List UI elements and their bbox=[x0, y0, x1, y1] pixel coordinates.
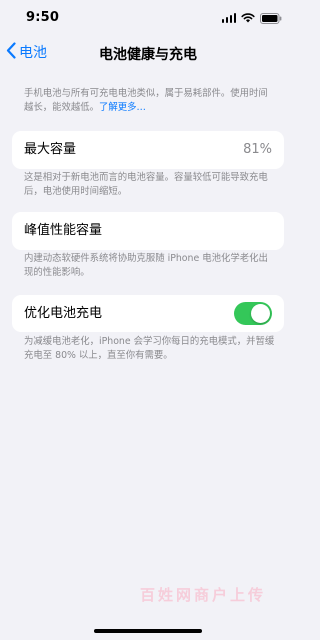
learn-more-link[interactable]: 了解更多… bbox=[99, 102, 146, 113]
peak-performance-row: 峰值性能容量 bbox=[12, 212, 284, 250]
max-capacity-row: 最大容量 81% bbox=[12, 131, 284, 169]
max-capacity-label: 最大容量 bbox=[24, 142, 77, 157]
peak-performance-label: 峰值性能容量 bbox=[24, 223, 103, 238]
optimized-charging-row: 优化电池充电 bbox=[12, 295, 284, 332]
intro-note: 手机电池与所有可充电电池类似，属于易耗部件。使用时间越长，能效越低。了解更多… bbox=[24, 87, 276, 115]
toggle-knob bbox=[251, 304, 270, 323]
optimized-charging-toggle[interactable] bbox=[234, 302, 272, 325]
navigation-bar: 电池 电池健康与充电 bbox=[0, 36, 296, 68]
status-time: 9:50 bbox=[26, 10, 60, 25]
optimized-charging-note: 为减缓电池老化，iPhone 会学习你每日的充电模式，并暂缓充电至 80% 以上… bbox=[24, 336, 275, 361]
cellular-signal-icon bbox=[221, 13, 236, 23]
page-title: 电池健康与充电 bbox=[99, 47, 197, 63]
watermark: 百姓网商户上传 bbox=[140, 586, 267, 604]
wifi-icon bbox=[241, 13, 255, 23]
battery-icon bbox=[260, 12, 282, 24]
max-capacity-note: 这是相对于新电池而言的电池容量。容量较低可能导致充电后，电池使用时间缩短。 bbox=[24, 172, 268, 197]
home-indicator[interactable] bbox=[94, 629, 202, 633]
status-bar: 9:50 bbox=[0, 0, 296, 36]
optimized-charging-label: 优化电池充电 bbox=[24, 306, 103, 321]
peak-performance-note: 内建动态软硬件系统将协助克服随 iPhone 电池化学老化出现的性能影响。 bbox=[24, 253, 268, 278]
status-icons bbox=[221, 12, 283, 24]
max-capacity-value: 81% bbox=[243, 142, 272, 157]
